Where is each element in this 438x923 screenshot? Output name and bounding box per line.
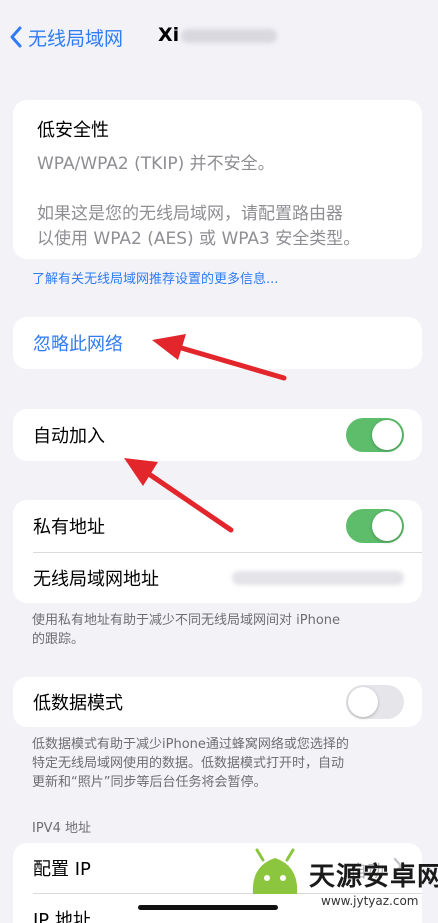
ipv4-section-header: IPV4 地址	[32, 821, 91, 836]
low-data-toggle[interactable]	[346, 685, 404, 719]
chevron-left-icon	[6, 23, 28, 51]
note-line: 使用私有地址有助于减少不同无线局域网间对 iPhone	[32, 613, 341, 628]
back-button[interactable]: 无线局域网	[6, 22, 123, 52]
wifi-address-label: 无线局域网地址	[33, 569, 159, 590]
security-warning-card: 低安全性 WPA/WPA2 (TKIP) 并不安全。 如果这是您的无线局域网，请…	[13, 100, 422, 259]
low-data-card: 低数据模式	[13, 677, 422, 727]
forget-network-button[interactable]: 忽略此网络	[13, 317, 422, 369]
auto-join-label: 自动加入	[33, 426, 105, 447]
auto-join-toggle[interactable]	[346, 418, 404, 452]
watermark-logo-icon	[252, 848, 298, 894]
note-line: 低数据模式有助于减少iPhone通过蜂窝网络或您选择的	[32, 737, 349, 752]
forget-network-card: 忽略此网络	[13, 317, 422, 369]
security-line-3: 以使用 WPA2 (AES) 或 WPA3 安全类型。	[37, 229, 361, 249]
watermark-url: www.jytyaz.com	[321, 894, 419, 908]
toggle-knob	[348, 687, 378, 717]
watermark-title: 天源安卓网	[309, 862, 438, 892]
home-indicator	[138, 905, 278, 910]
redacted-mac-address	[232, 571, 404, 585]
toggle-knob	[372, 511, 402, 541]
ip-address-label: IP 地址	[33, 910, 91, 923]
private-address-note: 使用私有地址有助于减少不同无线局域网间对 iPhone 的跟踪。	[32, 611, 402, 649]
learn-more-link[interactable]: 了解有关无线局域网推荐设置的更多信息...	[32, 268, 278, 287]
page-title: Xi	[158, 24, 278, 46]
note-line: 特定无线局域网使用的数据。低数据模式打开时，自动	[32, 756, 345, 771]
configure-ip-label: 配置 IP	[33, 859, 91, 880]
private-address-label: 私有地址	[33, 517, 105, 538]
security-line-1: WPA/WPA2 (TKIP) 并不安全。	[37, 154, 275, 174]
security-title: 低安全性	[37, 120, 109, 141]
note-line: 更新和“照片”同步等后台任务将会暂停。	[32, 775, 267, 790]
address-card: 私有地址 无线局域网地址	[13, 500, 422, 603]
network-name-visible: Xi	[158, 24, 180, 46]
low-data-note: 低数据模式有助于减少iPhone通过蜂窝网络或您选择的 特定无线局域网使用的数据…	[32, 735, 402, 792]
back-label: 无线局域网	[28, 27, 124, 50]
low-data-label: 低数据模式	[33, 693, 123, 714]
redacted-network-name	[181, 28, 278, 43]
navigation-bar: 无线局域网 Xi	[0, 0, 438, 72]
note-line: 的跟踪。	[32, 632, 85, 647]
auto-join-card: 自动加入	[13, 409, 422, 461]
toggle-knob	[372, 420, 402, 450]
private-address-toggle[interactable]	[346, 509, 404, 543]
security-line-2: 如果这是您的无线局域网，请配置路由器	[37, 204, 343, 224]
